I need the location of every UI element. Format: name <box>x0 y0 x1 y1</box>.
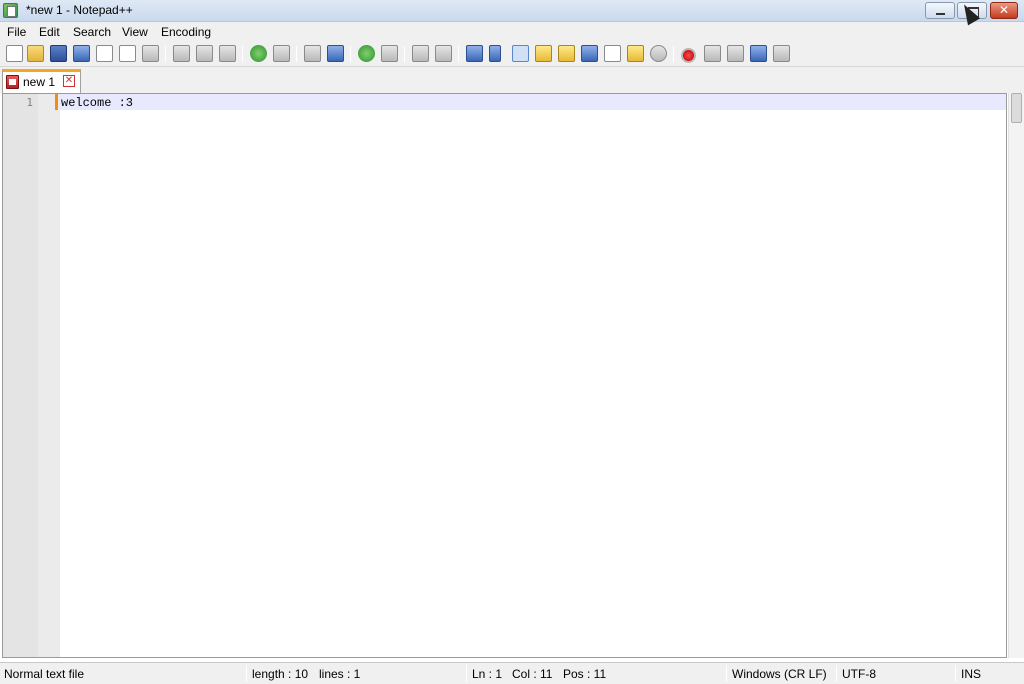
status-encoding: UTF-8 <box>842 667 876 681</box>
record-macro-icon[interactable] <box>681 48 696 63</box>
paste-icon[interactable] <box>219 45 236 62</box>
status-separator <box>726 665 727 682</box>
folder-as-workspace-icon[interactable] <box>604 45 621 62</box>
zoom-out-icon[interactable] <box>381 45 398 62</box>
toolbar-separator <box>673 46 674 62</box>
title-bar[interactable]: *new 1 - Notepad++ <box>0 0 1024 22</box>
run-macro-multiple-icon[interactable] <box>750 45 767 62</box>
print-icon[interactable] <box>142 45 159 62</box>
sync-vertical-icon[interactable] <box>412 45 429 62</box>
status-pos: Pos : 11 <box>563 667 607 681</box>
toolbar-separator <box>242 46 243 62</box>
vertical-scrollbar[interactable] <box>1008 93 1024 658</box>
status-col: Col : 11 <box>512 667 553 681</box>
menu-edit[interactable]: Edit <box>39 25 60 39</box>
menu-view[interactable]: View <box>122 25 148 39</box>
close-all-icon[interactable] <box>119 45 136 62</box>
text-editor[interactable]: 1 welcome :3 <box>2 93 1007 658</box>
status-bar: Normal text file length : 10 lines : 1 L… <box>0 662 1024 684</box>
toolbar-separator <box>458 46 459 62</box>
menu-bar: File Edit Search View Encoding <box>0 22 1024 41</box>
user-language-icon[interactable] <box>535 45 552 62</box>
word-wrap-icon[interactable] <box>466 45 483 62</box>
fold-margin[interactable] <box>38 94 60 657</box>
sync-horizontal-icon[interactable] <box>435 45 452 62</box>
save-icon[interactable] <box>50 45 67 62</box>
scrollbar-thumb[interactable] <box>1011 93 1022 123</box>
change-history-marker <box>55 94 58 110</box>
status-insert-mode: INS <box>961 667 982 681</box>
indent-guide-icon[interactable] <box>512 45 529 62</box>
line-number-gutter <box>3 94 38 657</box>
line-number: 1 <box>26 96 33 109</box>
close-icon[interactable] <box>96 45 113 62</box>
window-title: *new 1 - Notepad++ <box>26 3 133 17</box>
toolbar-separator <box>350 46 351 62</box>
replace-icon[interactable] <box>327 45 344 62</box>
unsaved-file-icon <box>6 75 19 89</box>
status-file-type: Normal text file <box>4 667 85 681</box>
current-line-highlight <box>60 94 1006 110</box>
cut-icon[interactable] <box>173 45 190 62</box>
function-list-icon[interactable] <box>581 45 598 62</box>
status-eol: Windows (CR LF) <box>732 667 827 681</box>
monitoring-icon[interactable] <box>650 45 667 62</box>
new-file-icon[interactable] <box>6 45 23 62</box>
show-all-characters-icon[interactable] <box>489 45 501 62</box>
status-separator <box>466 665 467 682</box>
close-button[interactable] <box>990 2 1018 19</box>
save-macro-icon[interactable] <box>773 45 790 62</box>
toolbar-separator <box>404 46 405 62</box>
menu-search[interactable]: Search <box>73 25 111 39</box>
minimize-button[interactable] <box>925 2 955 19</box>
zoom-in-icon[interactable] <box>358 45 375 62</box>
status-lines: lines : 1 <box>319 667 361 681</box>
status-separator <box>836 665 837 682</box>
close-tab-icon[interactable]: ✕ <box>63 75 75 87</box>
status-separator <box>955 665 956 682</box>
open-file-icon[interactable] <box>27 45 44 62</box>
status-length: length : 10 <box>252 667 309 681</box>
play-macro-icon[interactable] <box>727 45 744 62</box>
tab-new-1[interactable]: new 1 ✕ <box>2 69 81 93</box>
tab-label: new 1 <box>23 75 56 89</box>
save-all-icon[interactable] <box>73 45 90 62</box>
stop-recording-icon[interactable] <box>704 45 721 62</box>
undo-icon[interactable] <box>250 45 267 62</box>
toolbar <box>0 41 1024 67</box>
redo-icon[interactable] <box>273 45 290 62</box>
toolbar-separator <box>296 46 297 62</box>
status-ln: Ln : 1 <box>472 667 503 681</box>
tab-bar: new 1 ✕ <box>0 67 1024 93</box>
monitoring-icon[interactable] <box>627 45 644 62</box>
menu-file[interactable]: File <box>7 25 26 39</box>
toolbar-separator <box>165 46 166 62</box>
notepad-plus-plus-icon <box>3 3 18 18</box>
status-separator <box>246 665 247 682</box>
find-icon[interactable] <box>304 45 321 62</box>
doc-map-icon[interactable] <box>558 45 575 62</box>
editor-line[interactable]: welcome :3 <box>61 96 133 110</box>
menu-encoding[interactable]: Encoding <box>161 25 211 39</box>
copy-icon[interactable] <box>196 45 213 62</box>
